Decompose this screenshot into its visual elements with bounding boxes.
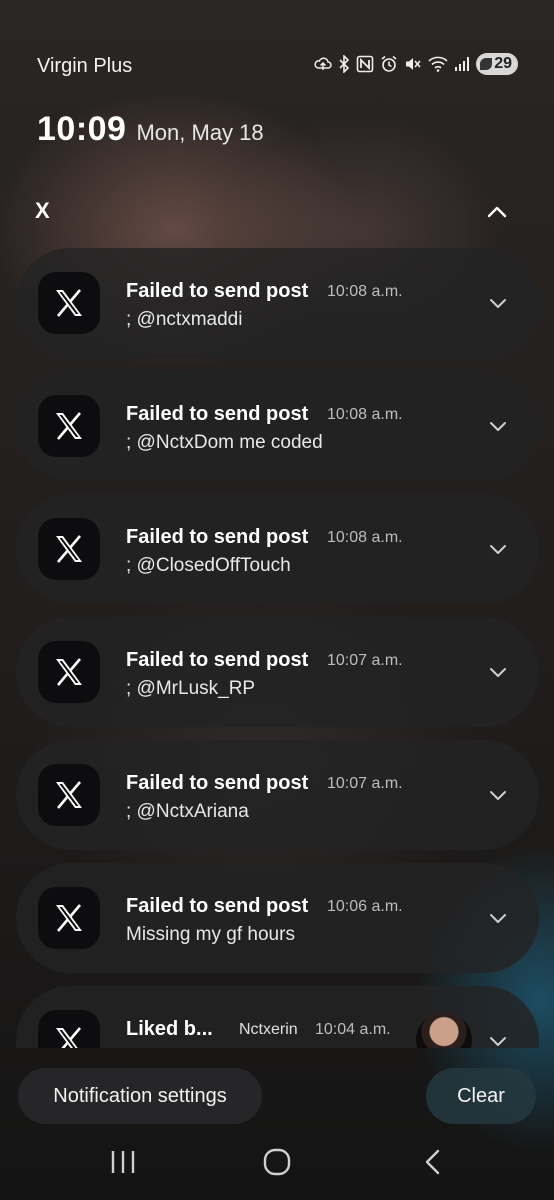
- notification-title: Failed to send post: [126, 526, 309, 548]
- notification-time: 10:07 a.m.: [327, 652, 403, 669]
- clock-date: Mon, May 18: [136, 120, 264, 145]
- app-group-name: X: [35, 198, 50, 223]
- notification-card[interactable]: Failed to send post 10:08 a.m. ; @Closed…: [16, 494, 539, 604]
- navigation-bar: [0, 1140, 554, 1184]
- notification-time: 10:08 a.m.: [327, 529, 403, 546]
- chevron-down-icon[interactable]: [487, 538, 509, 560]
- signal-icon: [454, 55, 470, 73]
- notification-title: Liked b...: [126, 1018, 213, 1040]
- recents-icon[interactable]: [108, 1148, 138, 1176]
- battery-icon: 29: [476, 53, 518, 75]
- x-app-icon: [38, 272, 100, 334]
- carrier-name: Virgin Plus: [37, 55, 133, 77]
- app-group-header[interactable]: X: [35, 198, 525, 228]
- home-icon[interactable]: [262, 1148, 292, 1176]
- notification-card[interactable]: Failed to send post 10:08 a.m. ; @NctxDo…: [16, 371, 539, 481]
- notification-time: 10:08 a.m.: [327, 283, 403, 300]
- notification-title: Failed to send post: [126, 403, 309, 425]
- notification-body: ; @nctxmaddi: [126, 309, 243, 330]
- avatar: [416, 1012, 472, 1048]
- x-app-icon: [38, 518, 100, 580]
- status-icons: 29: [314, 53, 518, 75]
- nfc-icon: [356, 55, 374, 73]
- notification-card[interactable]: Failed to send post 10:06 a.m. Missing m…: [16, 863, 539, 973]
- chevron-down-icon[interactable]: [487, 292, 509, 314]
- clock-row: 10:09 Mon, May 18: [37, 110, 264, 149]
- x-app-icon: [38, 1010, 100, 1048]
- chevron-down-icon[interactable]: [487, 784, 509, 806]
- chevron-down-icon[interactable]: [487, 661, 509, 683]
- notification-title: Failed to send post: [126, 895, 309, 917]
- battery-level: 29: [494, 55, 512, 72]
- notification-body: Missing my gf hours: [126, 924, 295, 945]
- x-app-icon: [38, 395, 100, 457]
- notification-time: 10:04 a.m.: [315, 1021, 391, 1038]
- notification-body: ; @ClosedOffTouch: [126, 555, 291, 576]
- notification-settings-button[interactable]: Notification settings: [18, 1068, 262, 1124]
- notification-body: ; @MrLusk_RP: [126, 678, 256, 699]
- chevron-down-icon[interactable]: [487, 1030, 509, 1048]
- notification-card[interactable]: Failed to send post 10:07 a.m. ; @NctxAr…: [16, 740, 539, 850]
- notification-card[interactable]: Liked b... Nctxerin 10:04 a.m.: [16, 986, 539, 1048]
- notification-body: ; @NctxAriana: [126, 801, 249, 822]
- cloud-upload-icon: [314, 55, 332, 73]
- notification-sender: Nctxerin: [239, 1021, 298, 1038]
- notification-body: ; @NctxDom me coded: [126, 432, 323, 453]
- notification-time: 10:08 a.m.: [327, 406, 403, 423]
- chevron-down-icon[interactable]: [487, 415, 509, 437]
- notification-time: 10:07 a.m.: [327, 775, 403, 792]
- clear-button[interactable]: Clear: [426, 1068, 536, 1124]
- alarm-icon: [380, 55, 398, 73]
- bluetooth-icon: [338, 55, 350, 73]
- clock-time: 10:09: [37, 110, 127, 148]
- wifi-icon: [428, 55, 448, 73]
- notification-list[interactable]: Failed to send post 10:08 a.m. ; @nctxma…: [16, 248, 539, 1048]
- x-app-icon: [38, 887, 100, 949]
- x-app-icon: [38, 641, 100, 703]
- back-icon[interactable]: [418, 1148, 448, 1176]
- chevron-down-icon[interactable]: [487, 907, 509, 929]
- mute-icon: [404, 55, 422, 73]
- x-app-icon: [38, 764, 100, 826]
- notification-card[interactable]: Failed to send post 10:08 a.m. ; @nctxma…: [16, 248, 539, 358]
- chevron-up-icon[interactable]: [485, 200, 509, 224]
- status-bar: Virgin Plus 29: [0, 52, 554, 80]
- power-saving-icon: [480, 58, 493, 70]
- notification-card[interactable]: Failed to send post 10:07 a.m. ; @MrLusk…: [16, 617, 539, 727]
- notification-title: Failed to send post: [126, 649, 309, 671]
- notification-title: Failed to send post: [126, 280, 309, 302]
- notification-time: 10:06 a.m.: [327, 898, 403, 915]
- notification-title: Failed to send post: [126, 772, 309, 794]
